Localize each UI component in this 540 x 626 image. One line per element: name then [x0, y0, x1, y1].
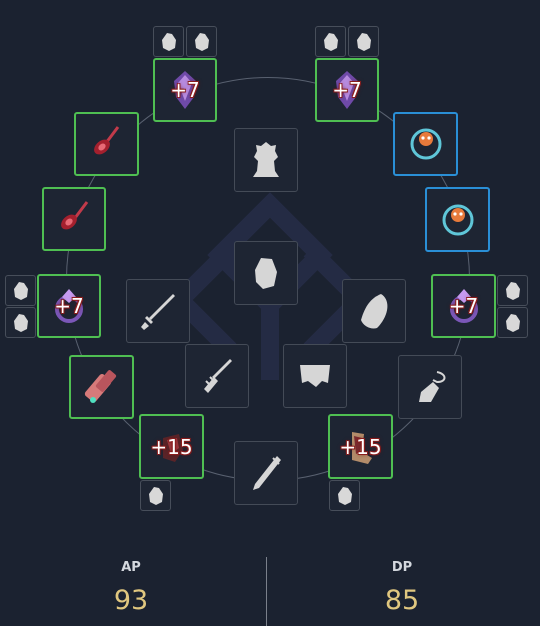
necklace-slot[interactable]: [74, 112, 139, 176]
stats-divider: [266, 557, 267, 626]
greatsword-icon: [253, 456, 281, 490]
helmet-slot[interactable]: [234, 128, 298, 192]
pet-icon: [442, 204, 473, 235]
earring-left-slot[interactable]: +7: [153, 58, 217, 122]
gloves-icon: [162, 433, 183, 462]
shoes-slot[interactable]: +15: [328, 414, 393, 479]
shoes-crystal[interactable]: [329, 480, 360, 511]
pet-icon: [410, 128, 441, 160]
crystal-icon: [323, 32, 338, 51]
earring-right-crystal-1[interactable]: [315, 26, 346, 57]
tool-slot[interactable]: [234, 441, 298, 505]
ring-left-crystal-2[interactable]: [5, 307, 36, 338]
ap-value: 93: [113, 585, 149, 616]
ring-left-crystal-1[interactable]: [5, 275, 36, 306]
gloves-slot[interactable]: +15: [139, 414, 204, 479]
crystal-icon: [161, 32, 176, 51]
earring-icon: [336, 71, 358, 109]
main-weapon-slot[interactable]: [126, 279, 190, 343]
ap-stat: AP 93: [71, 560, 191, 616]
necklace-icon: [93, 126, 119, 155]
shield-icon: [361, 294, 388, 329]
earring-right-slot[interactable]: +7: [315, 58, 379, 122]
belt-icon: [61, 201, 89, 230]
crystal-icon: [13, 313, 28, 332]
lifeskill-tool-slot[interactable]: [398, 355, 462, 419]
pet-slot-1[interactable]: [393, 112, 458, 176]
crystal-icon: [337, 486, 352, 505]
pet-slot-2[interactable]: [425, 187, 490, 252]
ring-right-crystal-1[interactable]: [497, 275, 528, 306]
chest-armor-icon: [300, 365, 330, 387]
shoes-icon: [351, 431, 372, 464]
dp-stat: DP 85: [342, 560, 462, 616]
lifeskill-tool-icon: [419, 371, 446, 402]
crystal-icon: [356, 32, 371, 51]
dp-value: 85: [384, 585, 420, 616]
helmet-icon: [253, 142, 279, 177]
sword-icon: [141, 294, 175, 330]
ring-right-slot[interactable]: +7: [431, 274, 496, 338]
earring-icon: [174, 71, 196, 109]
armor-icon: [255, 258, 277, 289]
ring-left-slot[interactable]: +7: [37, 274, 101, 338]
ap-label: AP: [121, 560, 141, 575]
ring-icon: [55, 289, 83, 323]
spear-icon: [204, 359, 232, 393]
gloves-crystal[interactable]: [140, 480, 171, 511]
chest-slot[interactable]: [283, 344, 347, 408]
awakening-weapon-slot[interactable]: [185, 344, 249, 408]
crystal-icon: [505, 313, 520, 332]
earring-left-crystal-1[interactable]: [153, 26, 184, 57]
sub-weapon-slot[interactable]: [342, 279, 406, 343]
alchemy-stone-slot[interactable]: [69, 355, 134, 419]
crystal-icon: [13, 281, 28, 300]
crystal-icon: [194, 32, 209, 51]
crystal-icon: [505, 281, 520, 300]
dp-label: DP: [391, 560, 413, 575]
armor-slot[interactable]: [234, 241, 298, 305]
crystal-icon: [148, 486, 163, 505]
alchemy-stone-icon: [84, 370, 116, 403]
ring-right-crystal-2[interactable]: [497, 307, 528, 338]
earring-left-crystal-2[interactable]: [186, 26, 217, 57]
belt-slot[interactable]: [42, 187, 106, 251]
earring-right-crystal-2[interactable]: [348, 26, 379, 57]
ring-icon: [449, 289, 478, 323]
